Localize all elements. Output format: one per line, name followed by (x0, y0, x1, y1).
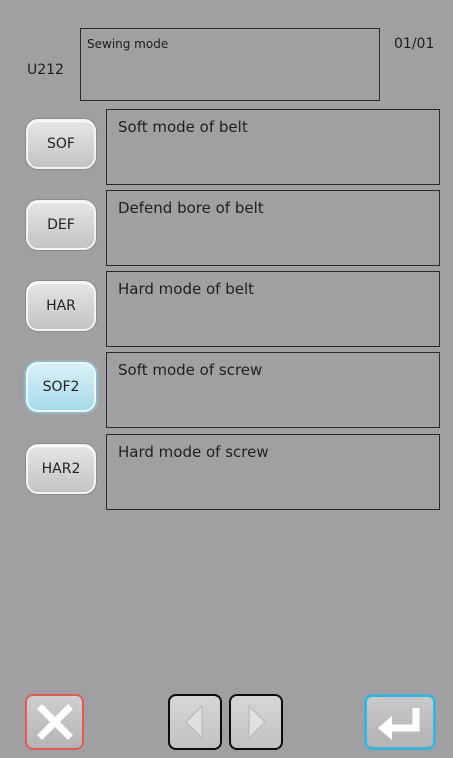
enter-button[interactable] (364, 694, 436, 750)
mode-row: DEF Defend bore of belt (0, 190, 453, 266)
cancel-button[interactable] (25, 694, 84, 750)
mode-row: HAR2 Hard mode of screw (0, 434, 453, 510)
mode-button-har[interactable]: HAR (26, 281, 96, 331)
page-number: 01/01 (394, 36, 435, 52)
arrow-right-icon (248, 704, 266, 740)
prev-page-button[interactable] (168, 694, 222, 750)
arrow-left-icon (185, 704, 203, 740)
mode-button-def[interactable]: DEF (26, 200, 96, 250)
mode-button-sof2[interactable]: SOF2 (26, 362, 96, 412)
mode-description-box: Soft mode of belt (106, 109, 440, 185)
enter-return-icon (378, 708, 420, 740)
title-box: Sewing mode (80, 28, 380, 101)
mode-description-box: Soft mode of screw (106, 352, 440, 428)
mode-description: Soft mode of belt (118, 118, 248, 136)
mode-code: U212 (27, 62, 64, 78)
close-icon (36, 704, 73, 740)
mode-description: Soft mode of screw (118, 361, 263, 379)
mode-description-box: Defend bore of belt (106, 190, 440, 266)
mode-description: Defend bore of belt (118, 199, 264, 217)
mode-row: SOF2 Soft mode of screw (0, 352, 453, 428)
page-title: Sewing mode (87, 37, 169, 51)
mode-description-box: Hard mode of belt (106, 271, 440, 347)
mode-row: SOF Soft mode of belt (0, 109, 453, 185)
mode-description-box: Hard mode of screw (106, 434, 440, 510)
mode-description: Hard mode of belt (118, 280, 254, 298)
mode-row: HAR Hard mode of belt (0, 271, 453, 347)
mode-button-har2[interactable]: HAR2 (26, 444, 96, 494)
next-page-button[interactable] (229, 694, 283, 750)
mode-button-sof[interactable]: SOF (26, 119, 96, 169)
mode-description: Hard mode of screw (118, 443, 269, 461)
